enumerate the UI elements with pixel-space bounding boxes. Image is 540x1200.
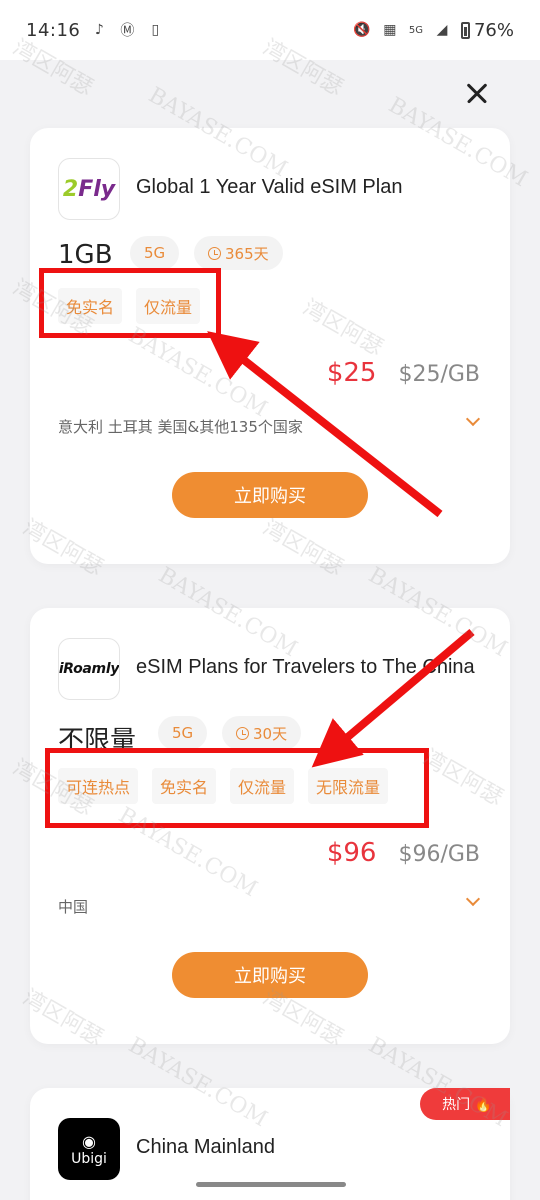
plan-title: eSIM Plans for Travelers to The China — [136, 656, 475, 678]
logo-ubigi: Ubigi — [71, 1150, 107, 1167]
network-chip: 5G — [130, 236, 180, 270]
network-type: 5G — [408, 24, 423, 36]
network-chip: 5G — [158, 716, 208, 750]
status-right: 🔇 ▦ 5G ◢ 76% — [353, 20, 514, 41]
signal-icon: ◢ — [436, 22, 448, 38]
logo-iroamly: iRoamly — [58, 661, 120, 677]
status-bar: 14:16 ♪ Ⓜ ▯ 🔇 ▦ 5G ◢ 76% — [0, 0, 540, 60]
provider-logo: iRoamly — [58, 638, 120, 700]
motorola-icon: Ⓜ — [120, 23, 135, 39]
validity-chip: 30天 — [222, 716, 302, 750]
battery-level: 76% — [473, 19, 514, 41]
header-area — [0, 60, 540, 130]
validity-chip: 365天 — [194, 236, 283, 270]
price: $25 — [326, 358, 377, 388]
logo-2fly: 2Fly — [62, 176, 116, 202]
price-per-gb: $96/GB — [398, 842, 480, 867]
provider-logo: ◉ Ubigi — [58, 1118, 120, 1180]
validity-label: 30天 — [253, 724, 288, 743]
close-button[interactable] — [462, 78, 492, 108]
provider-logo: 2Fly — [58, 158, 120, 220]
location-pin-icon: ◉ — [82, 1131, 96, 1151]
network-label: 5G — [172, 724, 194, 742]
tiktok-icon: ♪ — [94, 22, 104, 38]
mute-icon: 🔇 — [353, 22, 371, 38]
hot-badge: 热门 🔥 — [420, 1088, 510, 1120]
plan-card: 2Fly Global 1 Year Valid eSIM Plan 1GB 5… — [30, 128, 510, 564]
price: $96 — [326, 838, 377, 868]
country-list: 意大利 土耳其 美国&其他135个国家 — [58, 418, 303, 436]
clock-icon — [208, 246, 221, 260]
sim-icon: ▦ — [383, 22, 397, 38]
annotation-box — [45, 748, 429, 828]
chevron-down-icon[interactable] — [465, 891, 481, 907]
network-label: 5G — [144, 244, 166, 262]
buy-button[interactable]: 立即购买 — [172, 472, 368, 518]
buy-button[interactable]: 立即购买 — [172, 952, 368, 998]
price-per-gb: $25/GB — [398, 362, 480, 387]
plan-title: China Mainland — [136, 1136, 275, 1158]
country-list: 中国 — [58, 898, 89, 916]
clock-icon — [236, 726, 249, 740]
status-time: 14:16 — [26, 19, 81, 41]
validity-label: 365天 — [225, 244, 269, 263]
price-row: $25 $25/GB — [327, 358, 480, 388]
price-row: $96 $96/GB — [327, 838, 480, 868]
chevron-down-icon[interactable] — [465, 411, 481, 427]
home-indicator[interactable] — [196, 1182, 346, 1187]
plan-title: Global 1 Year Valid eSIM Plan — [136, 176, 403, 198]
phone-sync-icon: ▯ — [151, 22, 160, 38]
data-amount: 1GB — [58, 240, 113, 270]
battery-icon — [460, 21, 470, 39]
annotation-box — [39, 268, 221, 338]
status-left: 14:16 ♪ Ⓜ ▯ — [26, 20, 164, 41]
